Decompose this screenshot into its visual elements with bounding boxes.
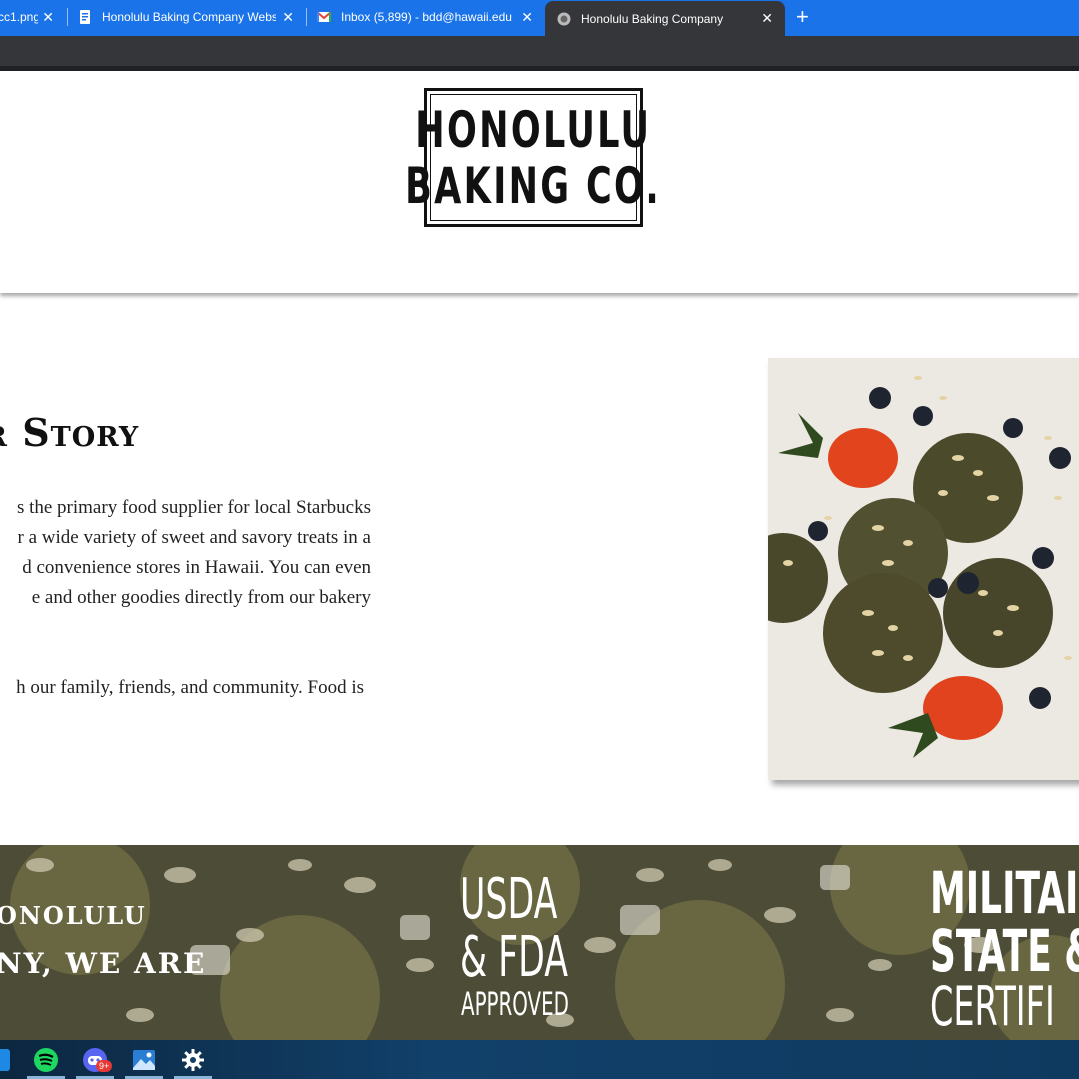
app-icon[interactable] bbox=[0, 1046, 14, 1074]
tab-gmail-inbox[interactable]: Inbox (5,899) - bdd@hawaii.edu ✕ bbox=[307, 0, 545, 34]
photos-icon[interactable] bbox=[130, 1046, 158, 1074]
military-line-2: STATE & bbox=[930, 917, 1079, 985]
tab-honolulu-website[interactable]: Honolulu Baking Company Webs ✕ bbox=[68, 0, 306, 34]
muffin-photo bbox=[768, 358, 1079, 780]
close-icon[interactable]: ✕ bbox=[521, 9, 533, 26]
story-heading: ur Story bbox=[0, 410, 140, 455]
muffin-photo-illustration bbox=[768, 358, 1079, 780]
usda-line-3: APPROVED bbox=[461, 985, 569, 1023]
tab-title: Honolulu Baking Company bbox=[581, 11, 724, 26]
new-tab-button[interactable]: + bbox=[796, 6, 809, 28]
story-line: s the primary food supplier for local St… bbox=[16, 497, 371, 518]
discord-icon[interactable]: 9+ bbox=[81, 1046, 113, 1074]
tab-cc1[interactable]: cc1.png ✕ bbox=[0, 0, 66, 34]
banner-left-line-2: NY, WE ARE bbox=[0, 947, 207, 980]
story-paragraph-1: s the primary food supplier for local St… bbox=[0, 493, 371, 613]
certifications-banner: ONOLULU NY, WE ARE USDA & FDA APPROVED M… bbox=[0, 845, 1079, 1040]
discord-badge: 9+ bbox=[96, 1060, 113, 1072]
usda-line-1: USDA bbox=[460, 867, 558, 932]
spotify-icon[interactable] bbox=[32, 1046, 60, 1074]
banner-left-line-1: ONOLULU bbox=[0, 901, 147, 930]
site-logo[interactable]: HONOLULU BAKING CO. bbox=[406, 88, 659, 227]
logo-line-2: BAKING CO. bbox=[405, 156, 662, 215]
document-icon bbox=[80, 10, 90, 24]
tab-title: Inbox (5,899) - bdd@hawaii.edu bbox=[341, 10, 512, 24]
site-header: HONOLULU BAKING CO. bbox=[0, 71, 1079, 293]
military-line-3: CERTIFI bbox=[930, 975, 1055, 1038]
taskbar: 9+ bbox=[0, 1040, 1079, 1079]
military-line-1: MILITAI bbox=[930, 859, 1079, 927]
browser-toolbar bbox=[0, 36, 1079, 66]
tab-honolulu-baking-company[interactable]: Honolulu Baking Company ✕ bbox=[545, 1, 785, 36]
close-icon[interactable]: ✕ bbox=[42, 9, 54, 26]
story-line: r a wide variety of sweet and savory tre… bbox=[17, 527, 371, 548]
logo-line-1: HONOLULU bbox=[415, 100, 652, 159]
story-line: h our family, friends, and community. Fo… bbox=[16, 677, 364, 698]
close-icon[interactable]: ✕ bbox=[761, 10, 773, 27]
tab-title: Honolulu Baking Company Webs bbox=[102, 10, 276, 24]
browser-tab-strip: cc1.png ✕ Honolulu Baking Company Webs ✕… bbox=[0, 0, 1079, 36]
usda-line-2: & FDA bbox=[460, 925, 568, 990]
story-paragraph-2: h our family, friends, and community. Fo… bbox=[0, 673, 364, 703]
story-line: e and other goodies directly from our ba… bbox=[31, 587, 371, 608]
site-favicon-icon bbox=[557, 12, 571, 25]
tab-title: cc1.png bbox=[0, 10, 38, 24]
close-icon[interactable]: ✕ bbox=[282, 9, 294, 26]
story-line: d convenience stores in Hawaii. You can … bbox=[22, 557, 371, 578]
settings-icon[interactable] bbox=[179, 1046, 207, 1074]
gmail-icon bbox=[317, 11, 331, 22]
